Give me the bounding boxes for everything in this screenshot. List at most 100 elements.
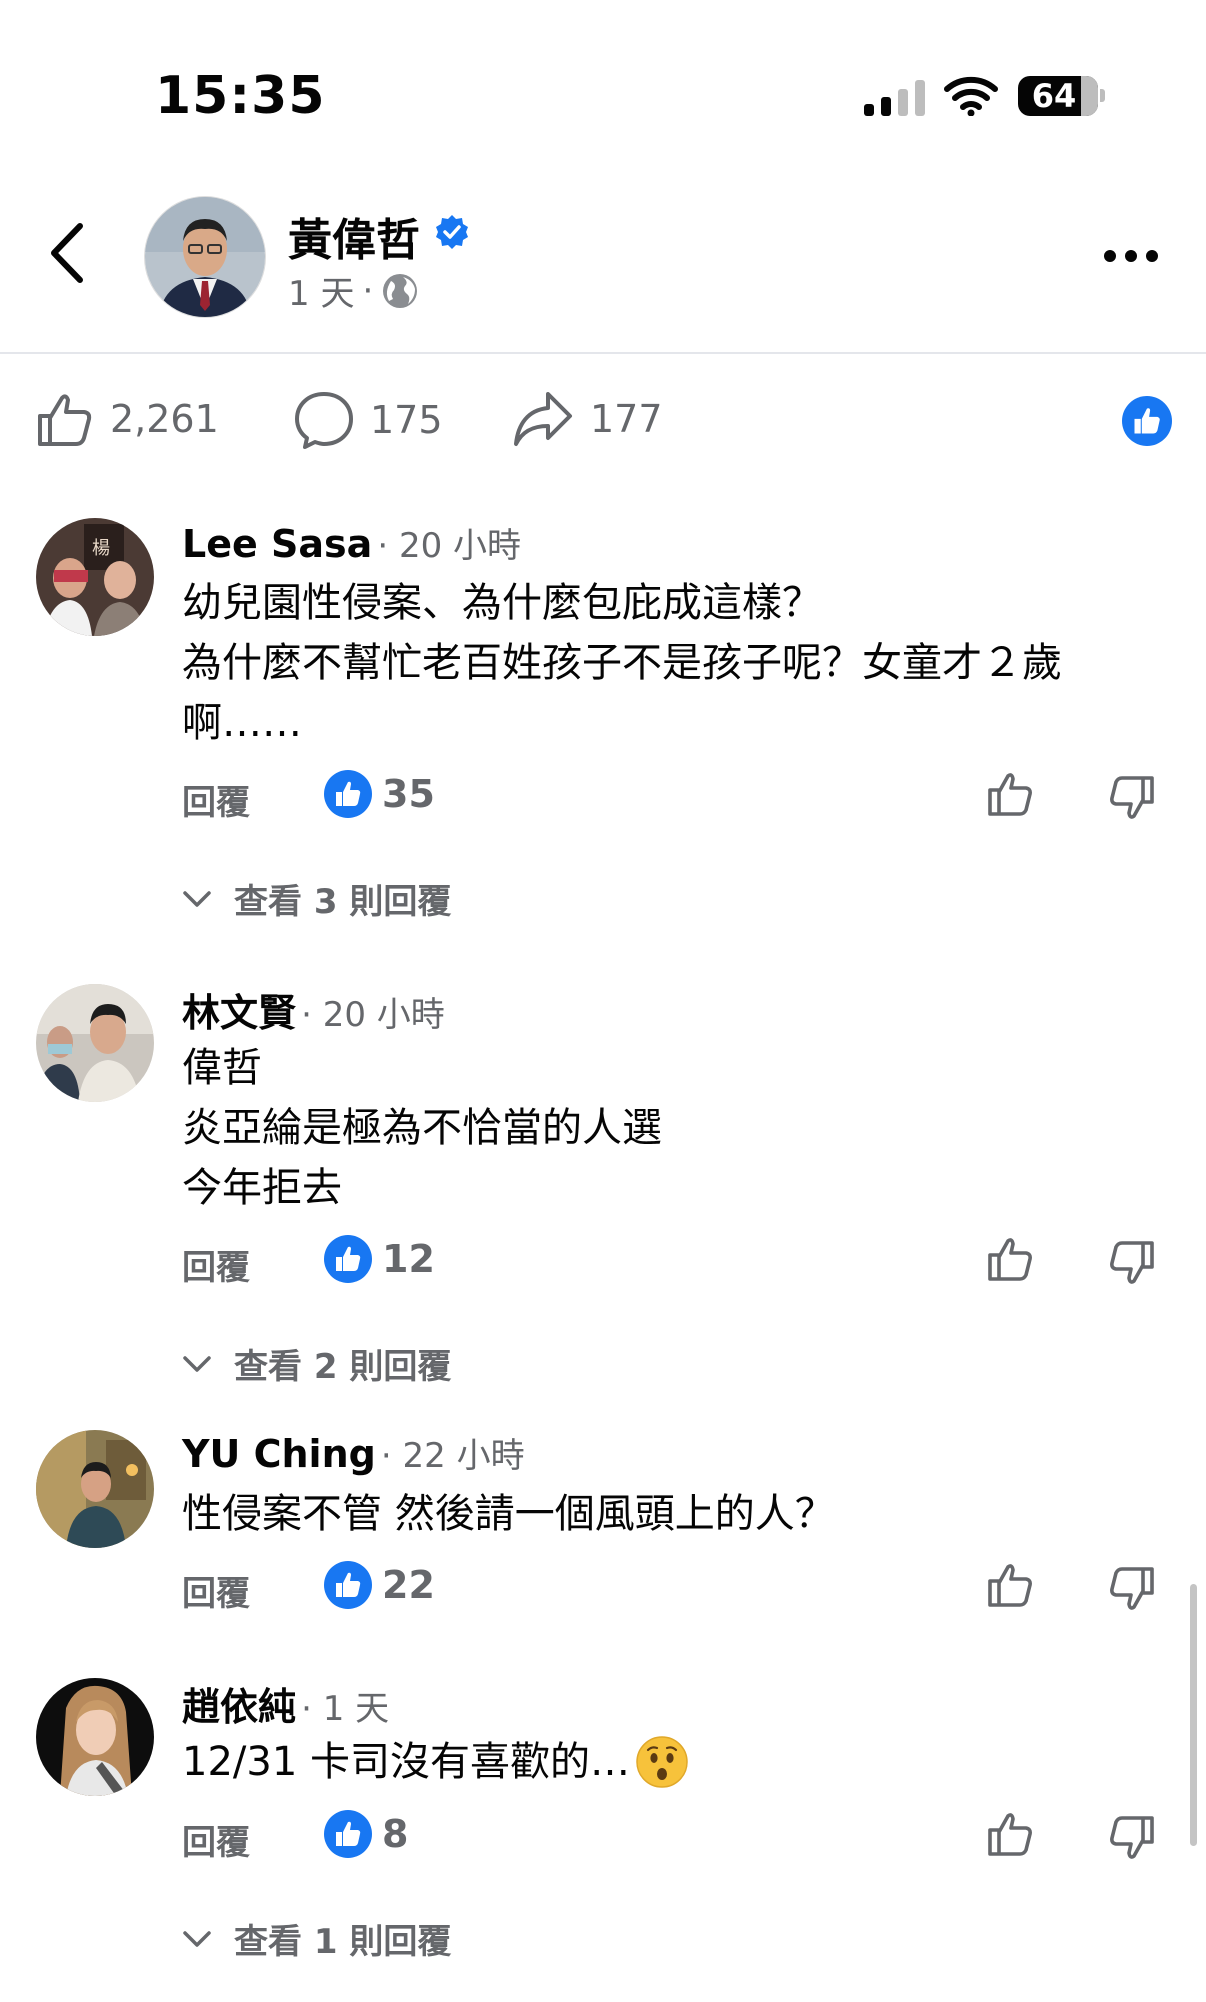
- view-replies-label: 查看 3 則回覆: [234, 882, 452, 922]
- comment-text: 性侵案不管 然後請一個風頭上的人？: [182, 1484, 835, 1544]
- comment-like-button[interactable]: [986, 1810, 1034, 1862]
- thumbs-up-icon: [324, 770, 372, 818]
- reply-button[interactable]: 回覆: [182, 1815, 250, 1864]
- thumbs-down-icon: [1110, 1567, 1154, 1610]
- comment-likes: 35: [324, 770, 435, 818]
- comment-count-button[interactable]: 175: [294, 390, 443, 450]
- thumbs-up-icon: [324, 1235, 372, 1283]
- author-avatar[interactable]: [144, 196, 266, 318]
- comment-line: 啊……: [182, 700, 302, 746]
- view-replies-label: 查看 2 則回覆: [234, 1347, 452, 1387]
- battery-tip: [1100, 89, 1105, 102]
- like-count-button[interactable]: 2,261: [36, 390, 219, 448]
- comment-line: 12/31 卡司沒有喜歡的…: [182, 1739, 630, 1785]
- thumbs-down-icon: [1110, 776, 1154, 819]
- reply-button[interactable]: 回覆: [182, 775, 250, 824]
- comment-like-button[interactable]: [986, 1561, 1034, 1613]
- thumbs-up-icon: [324, 1810, 372, 1858]
- thumbs-down-icon: [1110, 1816, 1154, 1859]
- thumbs-up-icon: [988, 1564, 1032, 1607]
- comment-time: 20 小時: [322, 995, 445, 1035]
- comment-time: 20 小時: [398, 526, 522, 566]
- thumbs-down-icon: [1110, 1241, 1154, 1284]
- comment-dislike-button[interactable]: [1108, 1565, 1156, 1617]
- comment-time: 1 天: [322, 1689, 390, 1729]
- comment-line: 偉哲: [182, 1045, 262, 1091]
- comment-like-button[interactable]: [986, 770, 1034, 822]
- commenter-avatar[interactable]: [36, 1678, 154, 1796]
- share-count: 177: [590, 397, 663, 441]
- comment-header: 趙依純 · 1 天: [182, 1685, 390, 1729]
- globe-icon: [383, 273, 418, 308]
- comment-line: 炎亞綸是極為不恰當的人選: [182, 1105, 662, 1151]
- comment-like-count: 35: [382, 772, 435, 816]
- chevron-left-icon: [51, 223, 83, 283]
- battery-icon: 64: [1018, 76, 1098, 116]
- comment-line: 性侵案不管 然後請一個風頭上的人？: [182, 1491, 835, 1537]
- status-time: 15:35: [155, 66, 326, 126]
- comment-like-count: 12: [382, 1237, 435, 1281]
- thumbs-up-icon: [988, 1238, 1032, 1281]
- comment-text: 12/31 卡司沒有喜歡的…: [182, 1732, 688, 1792]
- comment-like-button[interactable]: [986, 1235, 1034, 1287]
- share-count-button[interactable]: 177: [512, 390, 663, 448]
- commenter-avatar[interactable]: [36, 1430, 154, 1548]
- view-replies-button[interactable]: 查看 1 則回覆: [182, 1914, 451, 1963]
- comment-text: 幼兒園性侵案、為什麼包庇成這樣？ 為什麼不幫忙老百姓孩子不是孩子呢？女童才２歲 …: [182, 573, 1062, 753]
- commenter-name[interactable]: 趙依純: [182, 1685, 296, 1729]
- view-replies-button[interactable]: 查看 3 則回覆: [182, 874, 451, 923]
- post-meta: 1 天 ·: [288, 266, 419, 315]
- commenter-name[interactable]: Lee Sasa: [182, 522, 372, 566]
- chevron-down-icon: [183, 890, 211, 907]
- comment-count: 175: [370, 398, 443, 442]
- commenter-avatar[interactable]: [36, 984, 154, 1102]
- share-icon: [514, 392, 572, 446]
- post-age: 1 天: [288, 274, 355, 314]
- more-icon[interactable]: [1104, 250, 1158, 262]
- battery-level: 64: [1031, 77, 1077, 115]
- comment-icon: [295, 392, 353, 449]
- author-name[interactable]: 黃偉哲: [288, 204, 420, 268]
- like-count: 2,261: [110, 397, 219, 441]
- thumbs-up-icon: [1122, 396, 1172, 446]
- comment-likes: 22: [324, 1561, 435, 1609]
- thumbs-up-icon: [988, 773, 1032, 816]
- verified-badge-icon: [434, 214, 470, 254]
- comment-header: YU Ching · 22 小時: [182, 1432, 525, 1476]
- comment-like-count: 8: [382, 1812, 409, 1856]
- like-icon: [38, 394, 92, 446]
- comment-line: 幼兒園性侵案、為什麼包庇成這樣？: [182, 580, 822, 626]
- hushed-face-emoji: [636, 1736, 688, 1788]
- commenter-avatar[interactable]: 楊: [36, 518, 154, 636]
- back-button[interactable]: [48, 222, 88, 288]
- comment-header: Lee Sasa · 20 小時: [182, 522, 522, 566]
- svg-text:楊: 楊: [92, 538, 110, 559]
- thumbs-up-icon: [324, 1561, 372, 1609]
- scrollbar[interactable]: [1190, 1584, 1197, 1846]
- comment-dislike-button[interactable]: [1108, 1814, 1156, 1866]
- comment-like-count: 22: [382, 1563, 435, 1607]
- view-replies-label: 查看 1 則回覆: [234, 1922, 452, 1962]
- comment-dislike-button[interactable]: [1108, 1239, 1156, 1291]
- chevron-down-icon: [183, 1355, 211, 1372]
- reply-button[interactable]: 回覆: [182, 1240, 250, 1289]
- comment-line: 為什麼不幫忙老百姓孩子不是孩子呢？女童才２歲: [182, 640, 1062, 686]
- comment-likes: 8: [324, 1810, 408, 1858]
- react-like-button[interactable]: [1122, 396, 1172, 450]
- commenter-name[interactable]: YU Ching: [182, 1432, 376, 1476]
- wifi-icon: [944, 76, 998, 120]
- comment-time: 22 小時: [402, 1436, 525, 1476]
- comment-text: 偉哲 炎亞綸是極為不恰當的人選 今年拒去: [182, 1038, 662, 1218]
- meta-separator: ·: [362, 270, 374, 311]
- view-replies-button[interactable]: 查看 2 則回覆: [182, 1339, 451, 1388]
- thumbs-up-icon: [988, 1813, 1032, 1856]
- comment-dislike-button[interactable]: [1108, 774, 1156, 826]
- header-divider: [0, 352, 1206, 354]
- cellular-signal-icon: [864, 80, 926, 116]
- chevron-down-icon: [183, 1930, 211, 1947]
- comment-likes: 12: [324, 1235, 435, 1283]
- commenter-name[interactable]: 林文賢: [182, 991, 296, 1035]
- comment-header: 林文賢 · 20 小時: [182, 991, 445, 1035]
- reply-button[interactable]: 回覆: [182, 1566, 250, 1615]
- comment-line: 今年拒去: [182, 1165, 342, 1211]
